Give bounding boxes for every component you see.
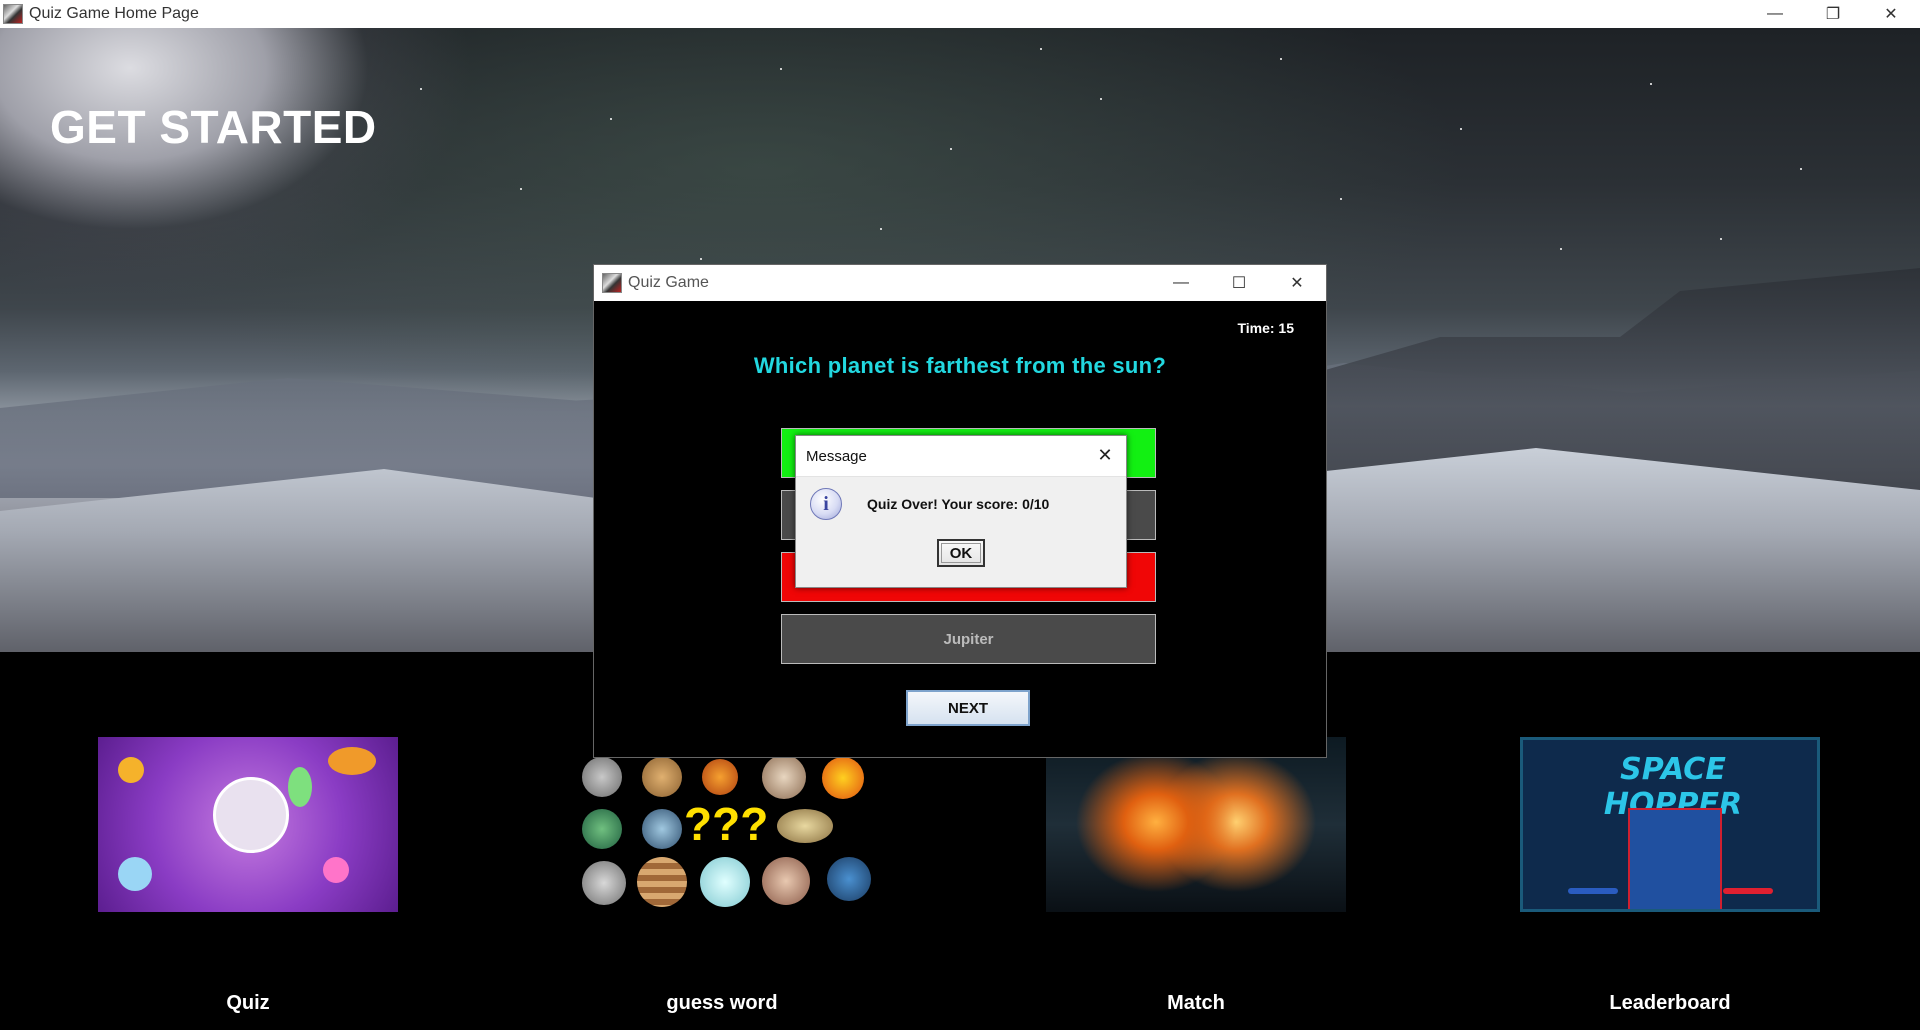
mercury-image xyxy=(582,757,622,797)
guess-word-card-image[interactable]: ??? xyxy=(572,737,872,912)
next-button[interactable]: NEXT xyxy=(906,690,1030,726)
java-app-icon xyxy=(3,4,23,24)
restore-button[interactable]: ❐ xyxy=(1804,0,1862,28)
earth-image-2 xyxy=(827,857,871,901)
main-window-titlebar[interactable]: Quiz Game Home Page — ❐ ✕ xyxy=(0,0,1920,28)
neptune-image xyxy=(642,809,682,849)
quiz-minimize-button[interactable]: — xyxy=(1152,265,1210,301)
platform-blue xyxy=(1568,888,1618,894)
pluto-image xyxy=(762,857,810,905)
leaderboard-table-graphic xyxy=(1628,808,1722,909)
get-started-heading: GET STARTED xyxy=(50,101,377,153)
close-button[interactable]: ✕ xyxy=(1862,0,1920,28)
quiz-card-image[interactable] xyxy=(98,737,398,912)
match-card-image[interactable] xyxy=(1046,737,1346,912)
guess-word-card-label[interactable]: guess word xyxy=(572,992,872,1015)
minimize-button[interactable]: — xyxy=(1746,0,1804,28)
mars-image xyxy=(702,759,738,795)
java-app-icon xyxy=(602,273,622,293)
moon-image xyxy=(762,755,806,799)
message-dialog: Message ✕ i Quiz Over! Your score: 0/10 … xyxy=(795,435,1127,588)
jupiter-image xyxy=(637,857,687,907)
quiz-card-label[interactable]: Quiz xyxy=(98,992,398,1015)
earth-image xyxy=(582,809,622,849)
saturn-image xyxy=(777,809,833,843)
leaderboard-card-label[interactable]: Leaderboard xyxy=(1520,992,1820,1015)
quiz-maximize-button[interactable]: ☐ xyxy=(1210,265,1268,301)
trivia-badge xyxy=(213,777,289,853)
grey-planet-image xyxy=(582,861,626,905)
venus-image xyxy=(642,757,682,797)
ok-button[interactable]: OK xyxy=(937,539,985,567)
timer-label: Time: 15 xyxy=(1237,320,1294,336)
quiz-window-controls: — ☐ ✕ xyxy=(1152,265,1326,301)
sun-doodle xyxy=(118,757,144,783)
platform-red xyxy=(1723,888,1773,894)
question-marks: ??? xyxy=(684,798,769,850)
main-window-title: Quiz Game Home Page xyxy=(29,5,199,22)
score-message-text: Quiz Over! Your score: 0/10 xyxy=(867,496,1050,512)
planet-doodle xyxy=(323,857,349,883)
message-title: Message xyxy=(806,447,867,465)
astronaut-doodle xyxy=(118,857,152,891)
match-card-label[interactable]: Match xyxy=(1046,992,1346,1015)
message-titlebar[interactable]: Message ✕ xyxy=(796,436,1126,477)
main-window-controls: — ❐ ✕ xyxy=(1746,0,1920,28)
leaderboard-card-image[interactable]: SPACE HOPPER xyxy=(1520,737,1820,912)
sun-image xyxy=(822,757,864,799)
quiz-close-button[interactable]: ✕ xyxy=(1268,265,1326,301)
alien-doodle xyxy=(288,767,312,807)
quiz-game-title: Quiz Game xyxy=(628,274,709,291)
ufo-doodle xyxy=(328,747,376,775)
message-close-button[interactable]: ✕ xyxy=(1096,446,1114,464)
question-text: Which planet is farthest from the sun? xyxy=(753,353,1167,378)
uranus-image xyxy=(700,857,750,907)
info-icon: i xyxy=(810,488,842,520)
option-4-jupiter[interactable]: Jupiter xyxy=(781,614,1156,664)
quiz-game-titlebar[interactable]: Quiz Game — ☐ ✕ xyxy=(594,265,1326,301)
